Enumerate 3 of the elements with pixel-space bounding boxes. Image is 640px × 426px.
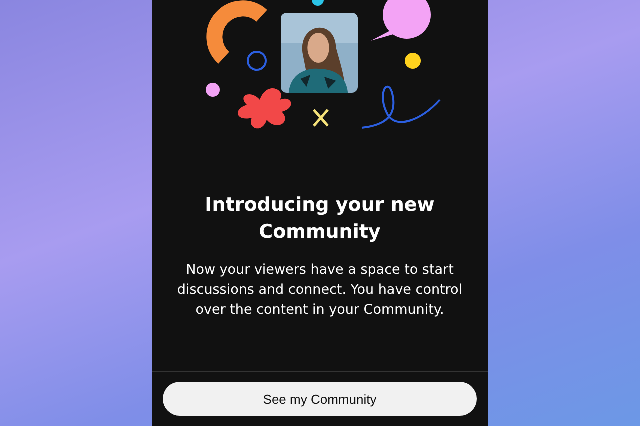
description-text: Now your viewers have a space to start discussions and connect. You have control over the content in your Community. xyxy=(176,261,464,320)
see-community-button[interactable]: See my Community xyxy=(163,382,477,416)
dialog-title: Introducing your new Community xyxy=(204,193,436,245)
